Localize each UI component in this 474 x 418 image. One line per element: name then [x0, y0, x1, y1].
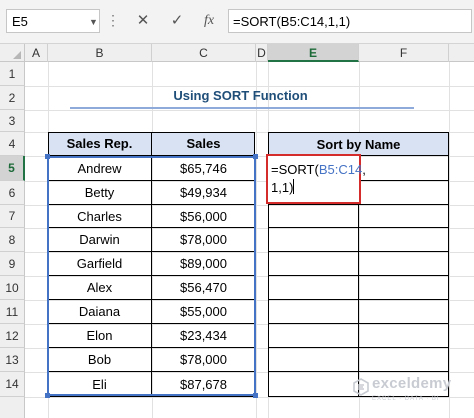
- range-handle[interactable]: [253, 393, 258, 398]
- watermark: exceldemy EXCEL · DATA · BI: [352, 372, 468, 412]
- table-cell-name[interactable]: Alex: [48, 276, 152, 300]
- row-header-4[interactable]: 4: [0, 132, 25, 156]
- row-header-11[interactable]: 11: [0, 300, 25, 324]
- more-options-icon[interactable]: ⋮: [106, 9, 120, 33]
- formula-input[interactable]: =SORT(B5:C14,1,1): [228, 9, 472, 33]
- table-cell-sales[interactable]: $23,434: [152, 324, 255, 348]
- cancel-icon[interactable]: ✕: [130, 10, 156, 32]
- range-handle[interactable]: [45, 393, 50, 398]
- table-cell-sales[interactable]: $56,000: [152, 205, 255, 228]
- insert-function-icon[interactable]: fx: [196, 10, 222, 32]
- row-header-9[interactable]: 9: [0, 252, 25, 276]
- table-cell-name[interactable]: Andrew: [48, 156, 152, 181]
- grid-line: [25, 110, 474, 111]
- table-cell-sales[interactable]: $65,746: [152, 156, 255, 181]
- column-header-d[interactable]: D: [256, 44, 268, 62]
- table-header-sales[interactable]: Sales: [152, 132, 255, 156]
- formula-bar: E5 ▼ ⋮ ✕ ✓ fx =SORT(B5:C14,1,1): [0, 0, 474, 44]
- row-header-overflow[interactable]: [0, 397, 25, 418]
- table-cell-name[interactable]: Eli: [48, 372, 152, 397]
- row-header-7[interactable]: 7: [0, 205, 25, 228]
- column-header-a[interactable]: A: [25, 44, 48, 62]
- exceldemy-logo-icon: [353, 378, 369, 396]
- watermark-name: exceldemy: [372, 375, 452, 392]
- title-underline: [70, 107, 414, 109]
- table-cell-sales[interactable]: $89,000: [152, 252, 255, 276]
- table-cell-sales[interactable]: $78,000: [152, 228, 255, 252]
- row-header-1[interactable]: 1: [0, 62, 25, 86]
- table-cell-name[interactable]: Charles: [48, 205, 152, 228]
- chevron-down-icon[interactable]: ▼: [89, 17, 98, 27]
- enter-icon[interactable]: ✓: [164, 10, 190, 32]
- column-header-f[interactable]: F: [359, 44, 449, 62]
- edit-line2: 1,1): [271, 180, 294, 195]
- table-header-sales-rep[interactable]: Sales Rep.: [48, 132, 152, 156]
- table-cell-name[interactable]: Daiana: [48, 300, 152, 324]
- sort-table-header[interactable]: Sort by Name: [268, 132, 449, 156]
- row-header-14[interactable]: 14: [0, 372, 25, 397]
- column-header-c[interactable]: C: [152, 44, 256, 62]
- column-header-overflow[interactable]: [449, 44, 474, 62]
- column-headers: A B C D E F: [0, 44, 474, 62]
- table-cell-sales[interactable]: $49,934: [152, 181, 255, 205]
- table-cell-name[interactable]: Betty: [48, 181, 152, 205]
- row-header-2[interactable]: 2: [0, 86, 25, 110]
- name-box-value: E5: [12, 14, 28, 29]
- select-all-button[interactable]: [0, 44, 25, 62]
- cell-edit-text[interactable]: =SORT(B5:C14, 1,1): [271, 161, 366, 197]
- edit-suffix: ,: [362, 162, 366, 177]
- range-handle[interactable]: [45, 154, 50, 159]
- formula-text: =SORT(B5:C14,1,1): [233, 14, 351, 29]
- text-caret: [293, 179, 295, 194]
- range-handle[interactable]: [253, 154, 258, 159]
- grid-line: [25, 86, 474, 87]
- edit-prefix: =SORT(: [271, 162, 319, 177]
- table-cell-sales[interactable]: $55,000: [152, 300, 255, 324]
- table-cell-sales[interactable]: $78,000: [152, 348, 255, 372]
- table-cell-name[interactable]: Bob: [48, 348, 152, 372]
- row-header-12[interactable]: 12: [0, 324, 25, 348]
- table-cell-name[interactable]: Elon: [48, 324, 152, 348]
- table-cell-name[interactable]: Garfield: [48, 252, 152, 276]
- name-box[interactable]: E5 ▼: [6, 9, 100, 33]
- sheet-title: Using SORT Function: [173, 88, 308, 103]
- row-header-3[interactable]: 3: [0, 110, 25, 132]
- watermark-tagline: EXCEL · DATA · BI: [372, 396, 440, 402]
- row-header-13[interactable]: 13: [0, 348, 25, 372]
- active-cell-e5[interactable]: =SORT(B5:C14, 1,1): [266, 154, 366, 204]
- row-header-10[interactable]: 10: [0, 276, 25, 300]
- row-header-6[interactable]: 6: [0, 181, 25, 205]
- select-all-icon: [13, 51, 21, 59]
- column-header-b[interactable]: B: [48, 44, 152, 62]
- table-cell-sales[interactable]: $87,678: [152, 372, 255, 397]
- table-cell-sales[interactable]: $56,470: [152, 276, 255, 300]
- row-header-5[interactable]: 5: [0, 156, 25, 181]
- grid-line: [449, 62, 450, 418]
- grid-line: [256, 62, 257, 418]
- edit-range-ref: B5:C14: [318, 162, 363, 177]
- row-header-8[interactable]: 8: [0, 228, 25, 252]
- column-header-e[interactable]: E: [268, 44, 359, 62]
- table-cell-name[interactable]: Darwin: [48, 228, 152, 252]
